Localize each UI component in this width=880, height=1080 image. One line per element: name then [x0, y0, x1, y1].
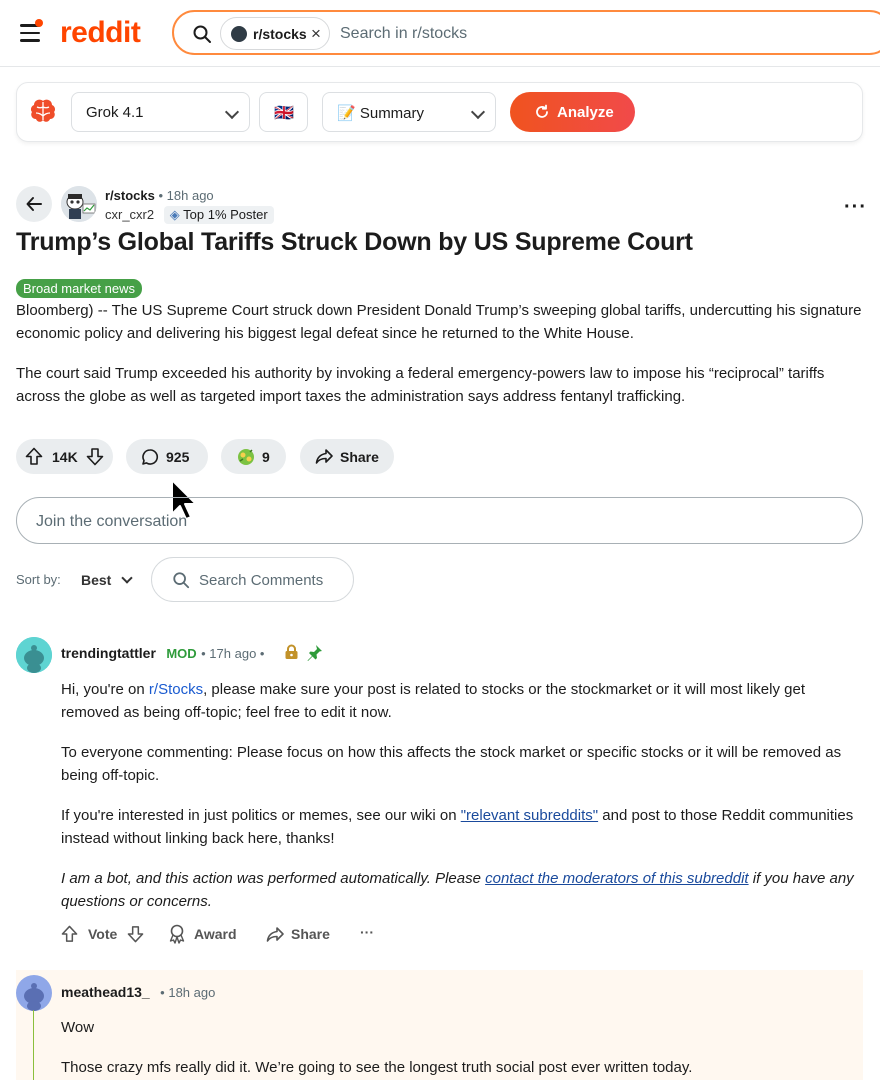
award-button[interactable]: 9 [221, 439, 286, 474]
comment-paragraph: Hi, you're on r/Stocks, please make sure… [61, 678, 861, 724]
comment-username[interactable]: trendingtattler [61, 645, 156, 661]
comment-time: • 17h ago • [201, 646, 265, 661]
refresh-icon [534, 104, 550, 120]
chevron-down-icon [224, 104, 240, 120]
vote-count: 14K [52, 449, 78, 465]
brain-icon [28, 96, 58, 126]
post-meta: r/stocks • 18h ago [105, 188, 214, 203]
notification-dot [35, 19, 43, 27]
search-icon [172, 571, 190, 589]
comment-text: If you're interested in just politics or… [61, 807, 461, 824]
comment-more-options[interactable]: ··· [360, 924, 374, 940]
mode-select[interactable]: 📝 Summary [322, 92, 496, 132]
vote-pill: 14K [16, 439, 113, 474]
share-button[interactable]: Share [300, 439, 394, 474]
comment-composer[interactable]: Join the conversation [16, 497, 863, 544]
relevant-subreddits-link[interactable]: "relevant subreddits" [461, 807, 598, 824]
language-select[interactable]: 🇬🇧 [259, 92, 308, 132]
uk-flag-icon: 🇬🇧 [274, 105, 294, 122]
analyze-label: Analyze [557, 104, 614, 121]
lock-icon [284, 644, 299, 660]
sort-value: Best [81, 572, 112, 588]
post-author-row: cxr_cxr2 ◈ Top 1% Poster [105, 206, 274, 224]
comment-share-label[interactable]: Share [291, 926, 330, 942]
comments-button[interactable]: 925 [126, 439, 208, 474]
model-select-value: Grok 4.1 [86, 104, 144, 121]
mode-select-value: 📝 Summary [337, 105, 425, 122]
share-icon[interactable] [266, 926, 285, 943]
comment-username[interactable]: meathead13_ [61, 984, 150, 1000]
mod-badge: MOD [166, 646, 197, 661]
post-time: • 18h ago [158, 188, 214, 203]
sort-dropdown[interactable]: Best [81, 572, 133, 588]
post-body-paragraph: The court said Trump exceeded his author… [16, 365, 825, 405]
author-badge-label: Top 1% Poster [183, 207, 268, 222]
avatar[interactable] [16, 637, 52, 673]
analyze-button[interactable]: Analyze [510, 92, 635, 132]
comment-text: I am a bot, and this action was performe… [61, 870, 486, 887]
search-icon [192, 24, 212, 44]
post-body-paragraph: Bloomberg) -- The US Supreme Court struc… [16, 302, 862, 342]
vote-label: Vote [88, 926, 118, 942]
reddit-logo[interactable]: reddit [60, 16, 141, 50]
subreddit-chip-label: r/stocks [253, 26, 307, 42]
subreddit-chip-avatar [231, 26, 247, 42]
back-button[interactable] [16, 186, 52, 222]
comment-header: trendingtattler MOD • 17h ago • [61, 645, 264, 663]
award-count: 9 [262, 449, 270, 465]
badge-icon: ◈ [169, 207, 180, 222]
comment-icon [141, 448, 159, 466]
comment-header: meathead13_ • 18h ago [61, 984, 215, 1002]
chevron-down-icon [470, 104, 486, 120]
comment-composer-placeholder: Join the conversation [36, 513, 188, 530]
comment-paragraph: Those crazy mfs really did it. We’re goi… [61, 1059, 693, 1076]
subreddit-name[interactable]: r/stocks [105, 188, 155, 203]
comment-time: • 18h ago [160, 985, 216, 1000]
post-title: Trump’s Global Tariffs Struck Down by US… [16, 228, 693, 256]
search-comments-placeholder: Search Comments [199, 572, 324, 589]
model-select[interactable]: Grok 4.1 [71, 92, 250, 132]
subreddit-link[interactable]: r/Stocks [149, 681, 203, 698]
upvote-icon[interactable] [25, 447, 43, 466]
comment-paragraph: Wow [61, 1019, 95, 1036]
downvote-icon[interactable] [86, 447, 104, 466]
sort-label: Sort by: [16, 572, 61, 587]
upvote-icon[interactable] [61, 925, 78, 943]
subreddit-avatar[interactable] [61, 186, 97, 222]
award-icon [235, 446, 257, 468]
search-comments-input[interactable]: Search Comments [151, 557, 354, 602]
comment-text: Hi, you're on [61, 681, 149, 698]
post-flair[interactable]: Broad market news [16, 279, 142, 298]
thread-line[interactable] [33, 1010, 34, 1080]
pin-icon [306, 644, 323, 661]
comment-paragraph: If you're interested in just politics or… [61, 804, 861, 850]
share-icon [315, 448, 334, 465]
more-options-icon[interactable]: ··· [844, 196, 867, 219]
contact-moderators-link[interactable]: contact the moderators of this subreddit [485, 870, 748, 887]
comment-count: 925 [166, 449, 190, 465]
chevron-down-icon [121, 572, 133, 584]
author-badge: ◈ Top 1% Poster [163, 206, 274, 224]
share-label: Share [340, 449, 379, 465]
post-author[interactable]: cxr_cxr2 [105, 207, 154, 222]
subreddit-search-chip[interactable]: r/stocks × [220, 17, 330, 50]
downvote-icon[interactable] [127, 925, 144, 943]
avatar[interactable] [16, 975, 52, 1011]
comment-paragraph: I am a bot, and this action was performe… [61, 867, 861, 913]
award-label[interactable]: Award [194, 926, 237, 942]
arrow-left-icon [25, 195, 43, 213]
menu-icon[interactable] [20, 19, 43, 42]
comment-award-button[interactable] [168, 924, 186, 944]
comment-paragraph: To everyone commenting: Please focus on … [61, 744, 842, 784]
search-input[interactable]: Search in r/stocks [340, 25, 467, 43]
close-icon[interactable]: × [311, 24, 321, 44]
